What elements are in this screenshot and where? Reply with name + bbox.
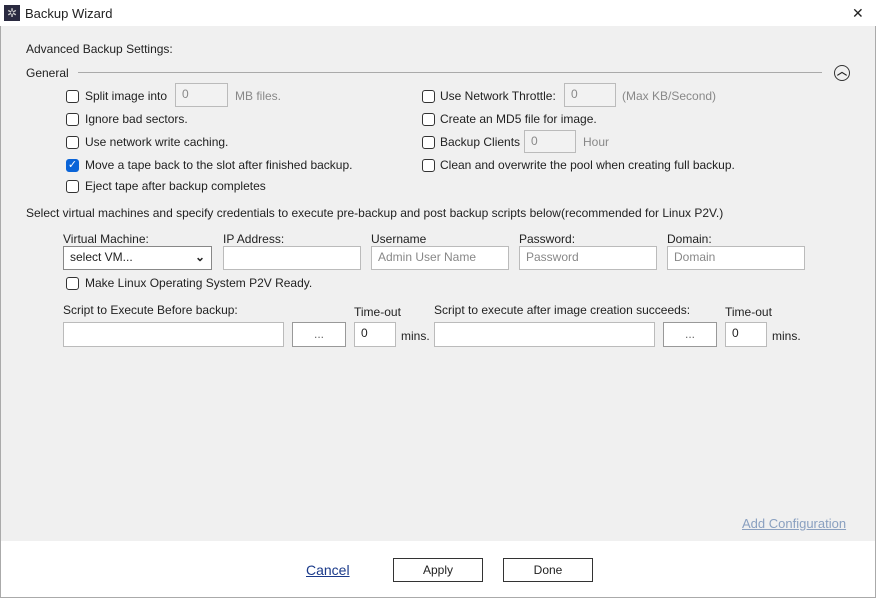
apply-button[interactable]: Apply bbox=[393, 558, 483, 582]
ignore-bad-sectors-label: Ignore bad sectors. bbox=[85, 112, 188, 126]
network-write-caching-checkbox[interactable] bbox=[66, 136, 79, 149]
before-timeout-input[interactable]: 0 bbox=[354, 322, 396, 347]
domain-input[interactable]: Domain bbox=[667, 246, 805, 270]
vm-select[interactable]: select VM... ⌄ bbox=[63, 246, 212, 270]
ip-label: IP Address: bbox=[223, 232, 285, 246]
split-image-checkbox[interactable] bbox=[66, 90, 79, 103]
eject-tape-checkbox[interactable] bbox=[66, 180, 79, 193]
ignore-bad-sectors-checkbox[interactable] bbox=[66, 113, 79, 126]
add-configuration-link[interactable]: Add Configuration bbox=[742, 516, 846, 531]
move-tape-label: Move a tape back to the slot after finis… bbox=[85, 158, 353, 172]
after-script-label: Script to execute after image creation s… bbox=[434, 303, 691, 317]
before-timeout-label: Time-out bbox=[354, 305, 401, 319]
network-write-caching-label: Use network write caching. bbox=[85, 135, 229, 149]
backup-clients-unit: Hour bbox=[583, 135, 610, 149]
done-button[interactable]: Done bbox=[503, 558, 593, 582]
after-timeout-input[interactable]: 0 bbox=[725, 322, 767, 347]
section-heading: Advanced Backup Settings: bbox=[26, 42, 173, 56]
password-label: Password: bbox=[519, 232, 576, 246]
after-script-input[interactable] bbox=[434, 322, 655, 347]
vm-label: Virtual Machine: bbox=[63, 232, 149, 246]
username-input[interactable]: Admin User Name bbox=[371, 246, 509, 270]
general-label: General bbox=[26, 66, 69, 80]
before-script-label: Script to Execute Before backup: bbox=[63, 303, 238, 317]
before-script-input[interactable] bbox=[63, 322, 284, 347]
md5-checkbox[interactable] bbox=[422, 113, 435, 126]
backup-clients-checkbox[interactable] bbox=[422, 136, 435, 149]
clean-pool-label: Clean and overwrite the pool when creati… bbox=[440, 158, 735, 172]
vm-select-value: select VM... bbox=[70, 250, 133, 264]
after-mins-label: mins. bbox=[772, 329, 801, 343]
title-bar: ✲ Backup Wizard ✕ bbox=[0, 0, 876, 26]
cancel-link[interactable]: Cancel bbox=[306, 562, 350, 578]
network-throttle-unit: (Max KB/Second) bbox=[622, 89, 717, 103]
after-browse-button[interactable]: ... bbox=[663, 322, 717, 347]
vm-instructions: Select virtual machines and specify cred… bbox=[26, 206, 724, 220]
password-input[interactable]: Password bbox=[519, 246, 657, 270]
window-title: Backup Wizard bbox=[25, 6, 113, 21]
linux-p2v-label: Make Linux Operating System P2V Ready. bbox=[85, 276, 313, 290]
before-mins-label: mins. bbox=[401, 329, 430, 343]
before-browse-button[interactable]: ... bbox=[292, 322, 346, 347]
ip-address-input[interactable] bbox=[223, 246, 361, 270]
move-tape-checkbox[interactable]: ✓ bbox=[66, 159, 79, 172]
after-timeout-label: Time-out bbox=[725, 305, 772, 319]
network-throttle-label: Use Network Throttle: bbox=[440, 89, 556, 103]
md5-label: Create an MD5 file for image. bbox=[440, 112, 597, 126]
network-throttle-checkbox[interactable] bbox=[422, 90, 435, 103]
split-size-input[interactable]: 0 bbox=[175, 83, 228, 107]
split-image-label: Split image into bbox=[85, 89, 168, 103]
clean-pool-checkbox[interactable] bbox=[422, 159, 435, 172]
linux-p2v-checkbox[interactable] bbox=[66, 277, 79, 290]
collapse-button[interactable]: ︿ bbox=[834, 65, 850, 81]
domain-label: Domain: bbox=[667, 232, 712, 246]
username-label: Username bbox=[371, 232, 427, 246]
app-icon: ✲ bbox=[4, 5, 20, 21]
close-icon[interactable]: ✕ bbox=[852, 5, 864, 22]
split-size-unit: MB files. bbox=[235, 89, 282, 103]
general-divider bbox=[78, 72, 822, 73]
backup-clients-label: Backup Clients bbox=[440, 135, 521, 149]
chevron-down-icon: ⌄ bbox=[194, 250, 205, 264]
backup-clients-input[interactable]: 0 bbox=[524, 130, 576, 153]
eject-tape-label: Eject tape after backup completes bbox=[85, 179, 266, 193]
network-throttle-input[interactable]: 0 bbox=[564, 83, 616, 107]
